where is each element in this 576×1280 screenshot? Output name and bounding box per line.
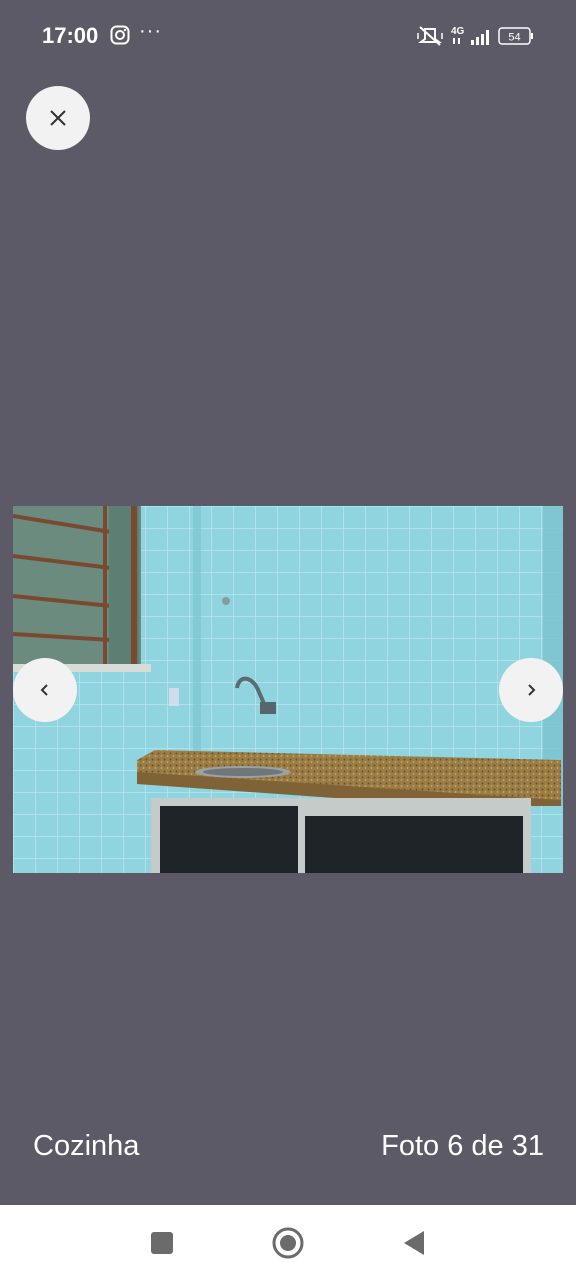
previous-photo-button[interactable] (13, 658, 77, 722)
battery-level: 54 (508, 32, 520, 44)
photo-counter: Foto 6 de 31 (381, 1130, 544, 1162)
close-button[interactable] (26, 86, 90, 150)
recent-apps-button[interactable] (134, 1205, 190, 1280)
back-triangle-icon (404, 1230, 424, 1255)
home-circle-icon (272, 1227, 304, 1258)
muted-icon (417, 26, 443, 46)
gallery-photo[interactable] (13, 506, 563, 873)
signal-icon: 4G (451, 26, 489, 45)
close-icon (50, 110, 66, 126)
photo-caption: Cozinha (33, 1130, 140, 1162)
status-bar: 17:00 ··· 4G 54 (0, 0, 576, 72)
square-icon (151, 1231, 173, 1254)
back-button[interactable] (386, 1205, 442, 1280)
battery-icon: 54 (498, 27, 533, 45)
chevron-right-icon (528, 684, 536, 696)
home-button[interactable] (260, 1205, 316, 1280)
system-navigation-bar (0, 1205, 576, 1280)
instagram-icon (110, 25, 130, 45)
more-icon: ··· (139, 20, 162, 42)
network-type-label: 4G (451, 26, 465, 37)
chevron-left-icon (40, 684, 48, 696)
kitchen-photo (13, 506, 563, 873)
status-time: 17:00 (42, 23, 99, 48)
next-photo-button[interactable] (499, 658, 563, 722)
